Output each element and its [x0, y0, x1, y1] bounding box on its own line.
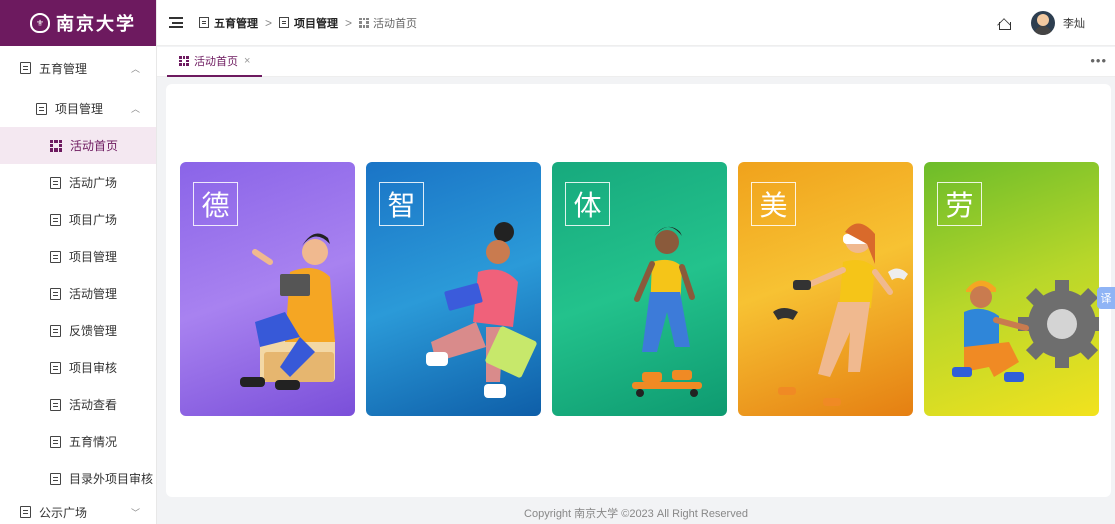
sidebar-item-feedback-management[interactable]: 反馈管理 — [0, 312, 156, 349]
header-user-area: 李灿 — [997, 0, 1085, 46]
username[interactable]: 李灿 — [1063, 15, 1085, 31]
panel-lao[interactable]: 劳 — [924, 162, 1099, 416]
close-icon[interactable]: × — [244, 55, 250, 67]
menu-toggle-icon[interactable] — [169, 17, 183, 28]
grid-icon — [179, 56, 189, 66]
sidebar-item-project-square[interactable]: 项目广场 — [0, 201, 156, 238]
student-reading-illustration — [426, 222, 537, 398]
sidebar-item-label: 活动首页 — [70, 139, 119, 153]
content-card: 德 智 体 美 劳 — [166, 84, 1111, 497]
chevron-up-icon: ︿ — [130, 63, 140, 74]
list-icon — [50, 287, 61, 300]
chevron-up-icon: ︿ — [130, 104, 140, 114]
sidebar-item-label: 活动查看 — [69, 398, 118, 412]
breadcrumb-current: 活动首页 — [373, 17, 418, 30]
student-skateboard-illustration — [632, 226, 702, 397]
sidebar-item-label: 反馈管理 — [69, 324, 118, 338]
sidebar-item-label: 项目审核 — [69, 361, 118, 375]
worker-gear-illustration — [952, 280, 1099, 382]
sidebar-item-label: 项目管理 — [55, 102, 104, 116]
sidebar-item-public-square[interactable]: 公示广场 ﹀ — [0, 497, 156, 524]
grid-icon — [50, 139, 62, 152]
list-icon — [50, 250, 61, 263]
grid-icon — [359, 17, 370, 28]
student-laptop-illustration — [240, 233, 335, 390]
sidebar-item-label: 项目广场 — [69, 213, 118, 227]
list-icon — [199, 17, 209, 28]
sidebar-item-project-review[interactable]: 项目审核 — [0, 349, 156, 386]
more-icon[interactable]: ••• — [1090, 53, 1107, 68]
translate-button[interactable]: 译 — [1097, 287, 1115, 309]
sidebar-item-label: 公示广场 — [39, 505, 88, 520]
list-icon — [20, 62, 31, 74]
sidebar-item-uncatalogued-review[interactable]: 目录外项目审核 — [0, 460, 156, 497]
sidebar-item-project-management-group[interactable]: 项目管理 ︿ — [0, 90, 156, 127]
panel-mei[interactable]: 美 — [738, 162, 913, 416]
logo-text: 南京大学 — [56, 14, 136, 34]
sidebar-item-activity-home[interactable]: 活动首页 — [0, 127, 156, 164]
university-seal-icon: ⚜ — [30, 13, 50, 33]
panel-de[interactable]: 德 — [180, 162, 355, 416]
sidebar-item-activity-square[interactable]: 活动广场 — [0, 164, 156, 201]
panel-ti[interactable]: 体 — [552, 162, 727, 416]
list-icon — [20, 506, 31, 518]
list-icon — [50, 435, 61, 448]
sidebar-item-label: 活动管理 — [69, 287, 118, 301]
tabs-bar: 活动首页 × ••• — [157, 47, 1115, 77]
footer: Copyright 南京大学 ©2023 All Right Reserved — [524, 508, 748, 520]
breadcrumb-item[interactable]: 项目管理 — [294, 15, 338, 31]
breadcrumb-separator: > — [345, 15, 353, 30]
sidebar: ⚜ 南京大学 五育管理 ︿ 项目管理 ︿ 活动首页 活动广场 项目广场 项目管理… — [0, 0, 157, 524]
sidebar-item-wuyu-status[interactable]: 五育情况 — [0, 423, 156, 460]
list-icon — [50, 472, 61, 485]
list-icon — [50, 398, 61, 411]
list-icon — [50, 176, 61, 189]
sidebar-item-label: 目录外项目审核 — [69, 472, 154, 486]
breadcrumb-item[interactable]: 五育管理 — [214, 15, 258, 31]
sidebar-item-label: 五育管理 — [39, 61, 88, 76]
breadcrumb-separator: > — [265, 15, 273, 30]
sidebar-item-activity-view[interactable]: 活动查看 — [0, 386, 156, 423]
list-icon — [50, 213, 61, 226]
list-icon — [36, 102, 47, 115]
list-icon — [279, 17, 290, 28]
sidebar-item-label: 五育情况 — [69, 435, 118, 449]
home-icon[interactable] — [997, 16, 1011, 30]
student-vr-illustration — [773, 223, 908, 406]
sidebar-item-label: 活动广场 — [69, 176, 118, 190]
wuyu-panels: 德 智 体 美 劳 — [180, 162, 1099, 416]
breadcrumb: 五育管理 > 项目管理 > 活动首页 — [199, 15, 417, 31]
sidebar-item-activity-management[interactable]: 活动管理 — [0, 275, 156, 312]
sidebar-item-wuyu-management[interactable]: 五育管理 ︿ — [0, 46, 156, 90]
avatar[interactable] — [1031, 11, 1055, 35]
tab-label: 活动首页 — [194, 56, 238, 68]
chevron-down-icon: ﹀ — [130, 507, 140, 518]
tab-activity-home[interactable]: 活动首页 × — [167, 47, 263, 77]
top-header: 五育管理 > 项目管理 > 活动首页 李灿 — [157, 0, 1115, 46]
logo[interactable]: ⚜ 南京大学 — [0, 0, 156, 46]
list-icon — [50, 324, 61, 337]
list-icon — [50, 361, 61, 374]
sidebar-item-project-management[interactable]: 项目管理 — [0, 238, 156, 275]
sidebar-item-label: 项目管理 — [69, 250, 118, 264]
panel-zhi[interactable]: 智 — [366, 162, 541, 416]
